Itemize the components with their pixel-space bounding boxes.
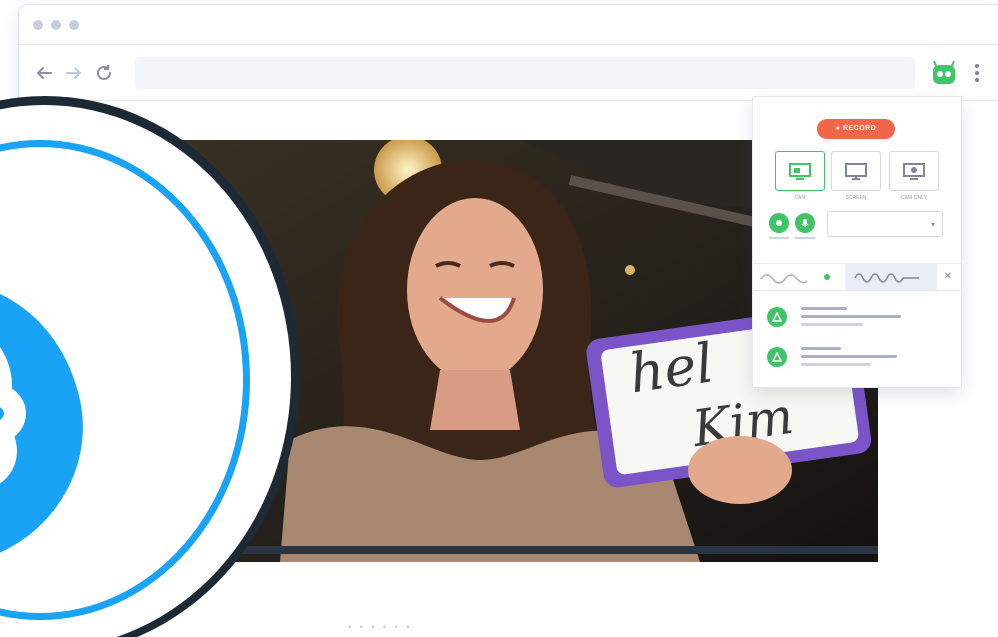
screen-cam-icon	[789, 163, 811, 180]
close-icon[interactable]: ✕	[939, 268, 957, 286]
globe-head-icon	[0, 294, 83, 553]
signature-row: ✕	[753, 263, 961, 291]
more-vertical-icon[interactable]	[969, 60, 985, 86]
screen-icon	[845, 163, 867, 180]
mode-screen[interactable]	[831, 151, 881, 191]
signature-right[interactable]	[845, 264, 937, 290]
back-button[interactable]	[31, 60, 57, 86]
scribble-icon	[854, 273, 919, 283]
list-line	[801, 347, 841, 350]
device-select[interactable]: ▾	[827, 211, 943, 237]
person-icon	[767, 307, 787, 327]
url-bar[interactable]	[135, 56, 915, 89]
reload-button[interactable]	[91, 60, 117, 86]
mode-screen-cam[interactable]	[775, 151, 825, 191]
arrow-left-icon	[36, 66, 52, 79]
browser-navbar	[19, 45, 998, 101]
logo-blue-ring	[0, 140, 250, 620]
scribble-icon	[760, 274, 830, 284]
screenshot-stage: hel Kim ● RECORD CAM SCREEN CAM ONLY ▾ ✕…	[0, 0, 998, 637]
list-line	[801, 307, 847, 310]
arrow-right-icon	[66, 66, 82, 79]
loom-extension-icon	[933, 60, 955, 84]
list-line	[801, 315, 901, 318]
reload-icon	[97, 64, 111, 80]
recorder-popup: ● RECORD CAM SCREEN CAM ONLY ▾ ✕	[752, 96, 962, 388]
decorative-dots: • • • • • •	[348, 622, 413, 632]
whiteboard-text-1: hel	[625, 331, 717, 405]
chevron-down-icon: ▾	[930, 220, 935, 229]
window-dot-close[interactable]	[33, 19, 43, 30]
list-line	[801, 323, 863, 326]
list-line	[801, 363, 871, 366]
cam-only-icon	[903, 163, 925, 180]
browser-titlebar	[19, 5, 998, 45]
mode-label-screen: SCREEN	[845, 195, 867, 201]
list-item[interactable]	[767, 303, 951, 333]
window-dot-maximize[interactable]	[69, 19, 79, 30]
camera-toggle-label	[769, 237, 789, 239]
window-dot-minimize[interactable]	[51, 19, 61, 30]
forward-button[interactable]	[61, 60, 87, 86]
microphone-toggle-label	[795, 237, 815, 239]
video-progress-bar[interactable]	[140, 546, 878, 554]
microphone-toggle-icon[interactable]	[795, 213, 815, 233]
mode-label-cam: CAM	[794, 195, 806, 201]
camera-toggle-icon[interactable]	[769, 213, 789, 233]
extension-button[interactable]	[929, 58, 959, 88]
record-button[interactable]: ● RECORD	[817, 119, 895, 139]
mode-label-cam-only: CAM ONLY	[901, 195, 927, 201]
person-icon	[767, 347, 787, 367]
list-item[interactable]	[767, 343, 951, 373]
signature-left[interactable]	[753, 264, 845, 290]
list-line	[801, 355, 897, 358]
mode-cam-only[interactable]	[889, 151, 939, 191]
